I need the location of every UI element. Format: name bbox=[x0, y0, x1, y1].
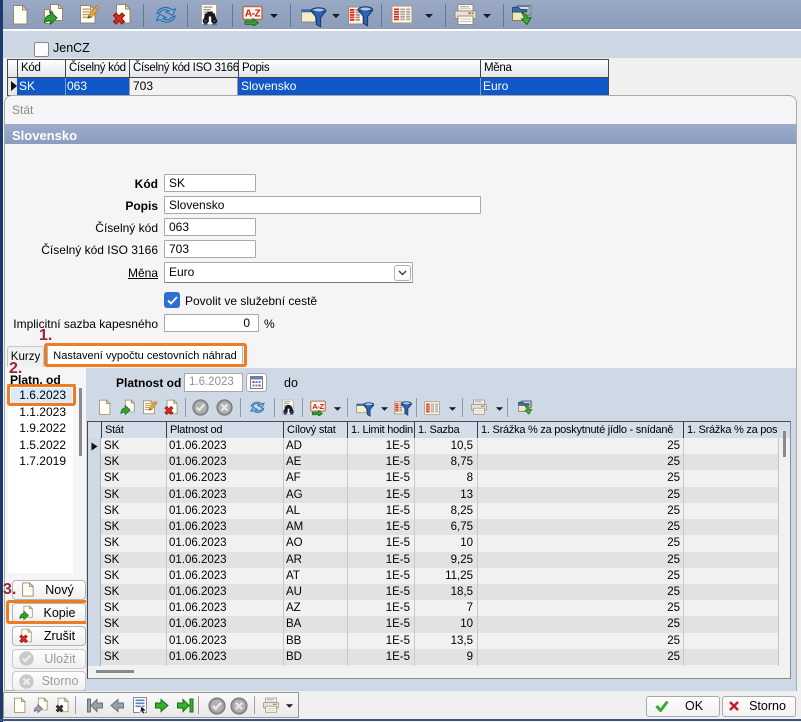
svg-text:A-Z: A-Z bbox=[312, 402, 324, 411]
svg-text:A-Z: A-Z bbox=[245, 9, 261, 20]
